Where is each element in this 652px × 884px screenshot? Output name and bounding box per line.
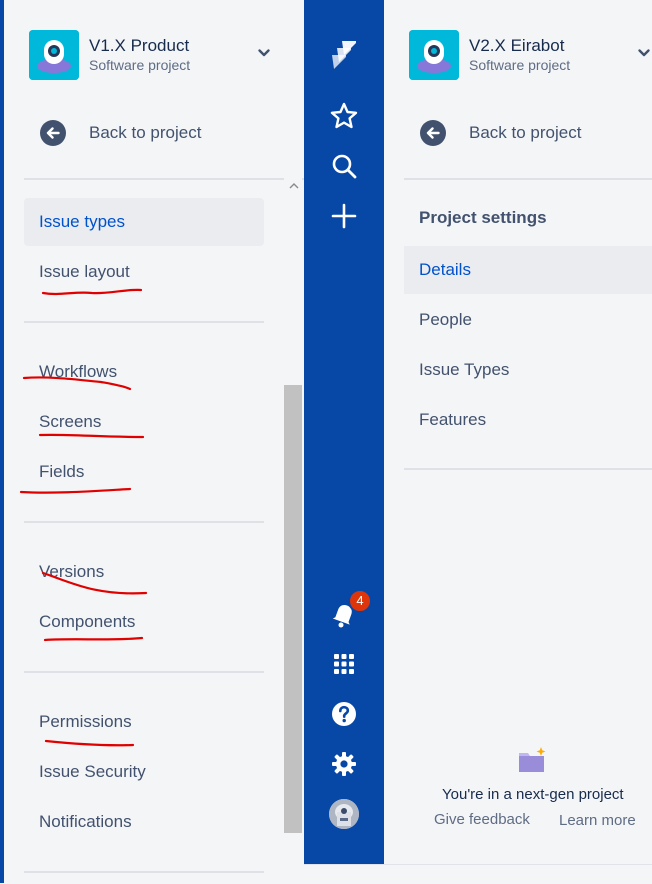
sidebar-item-fields[interactable]: Fields: [24, 448, 264, 496]
sidebar-item-screens[interactable]: Screens: [24, 398, 264, 446]
sidebar-item-label: Permissions: [39, 712, 132, 731]
sidebar-item-versions[interactable]: Versions: [24, 548, 264, 596]
learn-more-link[interactable]: Learn more: [559, 812, 636, 829]
divider: [404, 178, 652, 180]
project-name: V1.X Product: [89, 36, 190, 55]
divider: [24, 178, 304, 180]
left-project-sidebar: V1.X Product Software project Back to pr…: [0, 0, 304, 883]
project-avatar-icon: [29, 30, 79, 80]
chevron-down-icon[interactable]: [257, 46, 271, 60]
divider: [404, 468, 652, 470]
sidebar-item-label: People: [419, 310, 472, 329]
sidebar-item-components[interactable]: Components: [24, 598, 264, 646]
divider: [24, 521, 264, 523]
next-gen-project-notice: You're in a next-gen project: [442, 786, 624, 803]
arrow-left-circle-icon: [420, 120, 446, 146]
sidebar-item-label: Screens: [39, 412, 102, 431]
sidebar-item-label: Details: [419, 260, 471, 279]
bottom-strip: [304, 864, 652, 884]
settings-gear-icon[interactable]: [328, 748, 360, 780]
section-title: Project settings: [419, 208, 547, 227]
sidebar-item-label: Fields: [39, 462, 85, 481]
sidebar-item-features[interactable]: Features: [404, 396, 652, 444]
sidebar-item-label: Components: [39, 612, 136, 631]
sidebar-item-issue-security[interactable]: Issue Security: [24, 748, 264, 796]
sidebar-item-label: Features: [419, 410, 487, 429]
back-to-project-label: Back to project: [469, 123, 582, 142]
sidebar-item-label: Issue layout: [39, 262, 130, 281]
project-type: Software project: [469, 57, 571, 73]
sidebar-item-details[interactable]: Details: [404, 246, 652, 294]
divider: [24, 321, 264, 323]
project-header-v2[interactable]: V2.X Eirabot Software project: [409, 30, 652, 80]
sidebar-item-label: Notifications: [39, 812, 132, 831]
notification-count-badge: 4: [348, 589, 372, 613]
scrollbar-thumb[interactable]: [284, 385, 302, 833]
sidebar-item-label: Issue Security: [39, 762, 146, 781]
plus-icon[interactable]: [328, 200, 360, 232]
project-avatar-icon: [409, 30, 459, 80]
project-type: Software project: [89, 57, 191, 73]
sidebar-item-label: Issue Types: [419, 360, 510, 379]
app-switcher-icon[interactable]: [328, 648, 360, 680]
sidebar-item-issue-types[interactable]: Issue types: [24, 198, 264, 246]
search-icon[interactable]: [328, 150, 360, 182]
sidebar-item-issue-layout[interactable]: Issue layout: [24, 248, 264, 296]
folder-sparkle-icon: [519, 747, 546, 772]
sidebar-item-notifications[interactable]: Notifications: [24, 798, 264, 846]
back-to-project-label: Back to project: [89, 123, 202, 142]
project-name: V2.X Eirabot: [469, 36, 565, 55]
give-feedback-link[interactable]: Give feedback: [434, 811, 530, 828]
jira-logo-icon[interactable]: [328, 38, 360, 70]
sidebar-item-label: Workflows: [39, 362, 118, 381]
sidebar-item-permissions[interactable]: Permissions: [24, 698, 264, 746]
chevron-down-icon[interactable]: [637, 46, 651, 60]
user-avatar[interactable]: [329, 799, 359, 829]
divider: [24, 671, 264, 673]
sidebar-item-issue-types[interactable]: Issue Types: [404, 346, 652, 394]
scroll-up-arrow-icon[interactable]: [288, 181, 300, 191]
project-header-v1[interactable]: V1.X Product Software project: [29, 30, 289, 80]
global-navigation-bar: [304, 0, 384, 864]
sidebar-item-label: Issue types: [39, 212, 125, 231]
sidebar-item-label: Versions: [39, 562, 105, 581]
sidebar-item-workflows[interactable]: Workflows: [24, 348, 264, 396]
help-icon[interactable]: [328, 698, 360, 730]
sidebar-item-people[interactable]: People: [404, 296, 652, 344]
back-to-project-link[interactable]: Back to project: [420, 118, 640, 148]
arrow-left-circle-icon: [40, 120, 66, 146]
back-to-project-link[interactable]: Back to project: [40, 118, 260, 148]
star-icon[interactable]: [328, 100, 360, 132]
divider: [24, 871, 264, 873]
sidebar-edge: [0, 0, 4, 883]
